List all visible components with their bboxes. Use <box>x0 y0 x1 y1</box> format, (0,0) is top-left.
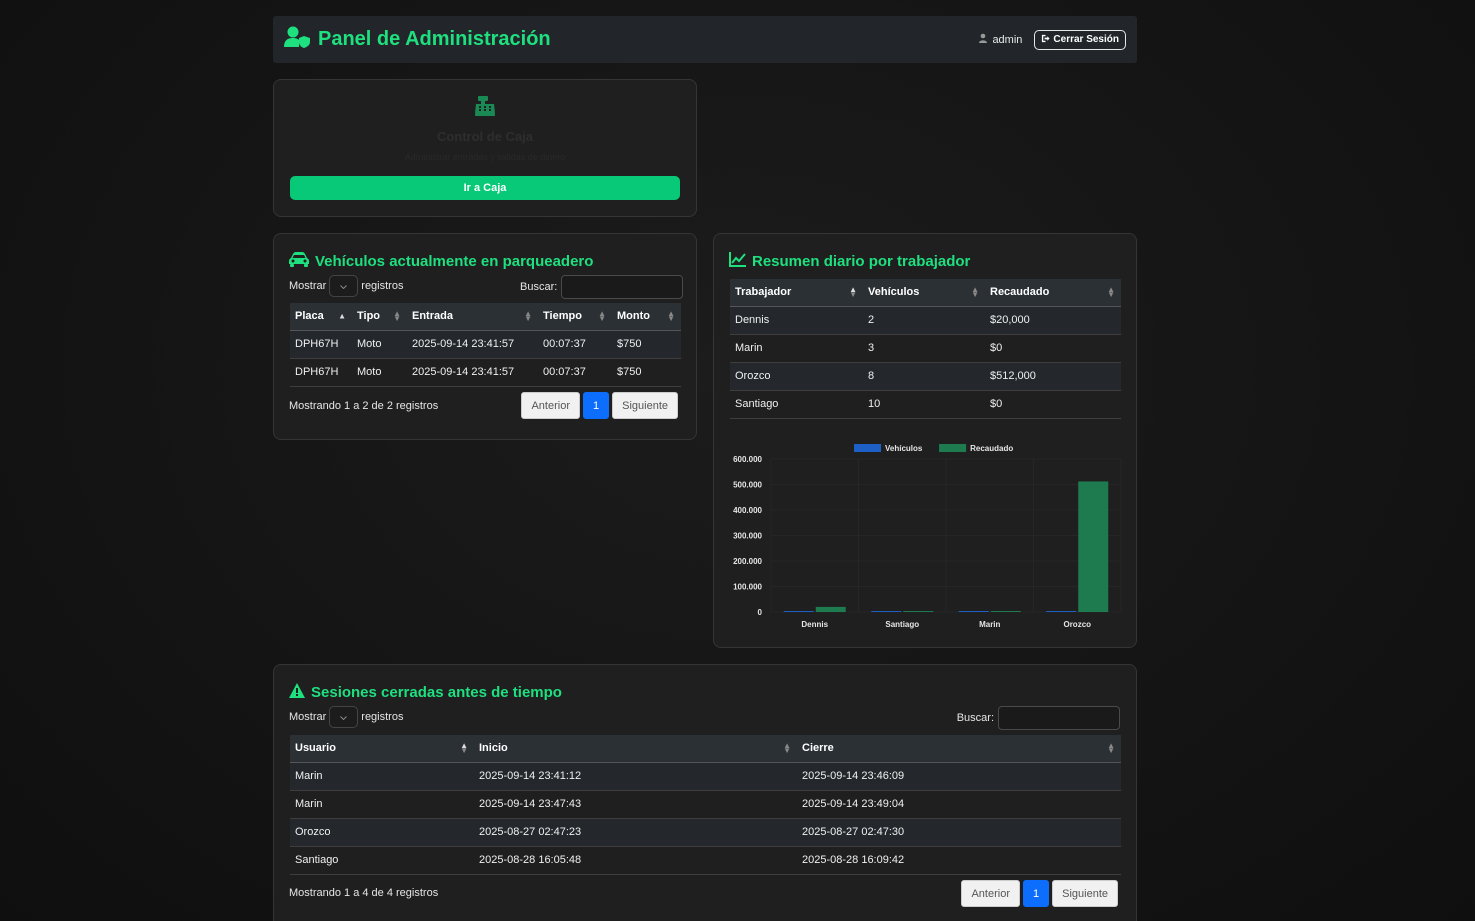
logout-label: Cerrar Sesión <box>1053 34 1119 45</box>
records-label: registros <box>361 711 404 723</box>
chevron-down-icon <box>340 280 348 292</box>
sesiones-heading: Sesiones cerradas antes de tiempo <box>289 683 562 702</box>
table-row: Marin 2025-09-14 23:41:12 2025-09-14 23:… <box>290 762 1121 791</box>
y-tick-label: 300.000 <box>733 532 762 541</box>
resumen-heading: Resumen diario por trabajador <box>729 252 970 271</box>
bar-vehículos <box>958 611 989 612</box>
car-icon <box>289 252 309 271</box>
logout-button[interactable]: Cerrar Sesión <box>1034 29 1126 50</box>
table-row: DPH67H Moto 2025-09-14 23:41:57 00:07:37… <box>290 358 681 387</box>
username: admin <box>992 33 1023 46</box>
brand: Panel de Administración <box>284 26 551 54</box>
vehiculos-title: Vehículos actualmente en parqueadero <box>315 253 594 270</box>
bar-recaudado <box>903 611 934 612</box>
search-label: Buscar: <box>520 281 558 293</box>
y-tick-label: 200.000 <box>733 557 762 566</box>
prev-page-button[interactable]: Anterior <box>521 392 580 419</box>
next-page-button[interactable]: Siguiente <box>1052 880 1118 907</box>
vehiculos-heading: Vehículos actualmente en parqueadero <box>289 252 593 271</box>
user-shield-icon <box>284 26 311 54</box>
show-label: Mostrar <box>289 711 327 723</box>
table-row: DPH67H Moto 2025-09-14 23:41:57 00:07:37… <box>290 330 681 359</box>
column-header[interactable]: Tipo ▲ ▼ <box>352 303 407 331</box>
column-header[interactable]: Recaudado ▲ ▼ <box>985 279 1121 307</box>
resumen-title: Resumen diario por trabajador <box>752 253 971 270</box>
column-header[interactable]: Trabajador ▲ ▼ <box>730 279 863 307</box>
resumen-bar-chart: 600.000 500.000 400.000 300.000 200.000 100.0… <box>733 444 1122 629</box>
bar-vehículos <box>871 611 902 612</box>
page-title: Panel de Administración <box>318 28 551 50</box>
resumen-card: Resumen diario por trabajador Trabajador… <box>713 233 1137 648</box>
y-tick-label: 600.000 <box>733 455 762 464</box>
table-row: Marin 2025-09-14 23:47:43 2025-09-14 23:… <box>290 790 1121 819</box>
resumen-table: Trabajador ▲ ▼ Vehículos ▲ ▼ Recaudado ▲ ▼ Den… <box>730 279 1121 419</box>
caja-card: Control de Caja Administrar entradas y s… <box>273 79 697 217</box>
column-header[interactable]: Vehículos ▲ ▼ <box>863 279 985 307</box>
column-header[interactable]: Monto ▲ ▼ <box>612 303 681 331</box>
sesiones-card: Sesiones cerradas antes de tiempo Mostra… <box>273 664 1137 921</box>
y-tick-label: 500.000 <box>733 481 762 490</box>
table-row: Orozco 2025-08-27 02:47:23 2025-08-27 02… <box>290 818 1121 847</box>
y-tick-label: 100.000 <box>733 583 762 592</box>
vehiculos-card: Vehículos actualmente en parqueadero Mos… <box>273 233 697 440</box>
user-icon <box>978 33 988 46</box>
x-tick-label: Santiago <box>885 620 919 629</box>
caja-subtitle: Administrar entradas y salidas de dinero <box>404 152 566 162</box>
table-row: Marin 3 $0 <box>730 334 1121 363</box>
current-user: admin <box>978 33 1022 46</box>
chevron-down-icon <box>340 711 348 723</box>
column-header[interactable]: Entrada ▲ ▼ <box>407 303 538 331</box>
records-label: registros <box>361 280 404 292</box>
y-tick-label: 0 <box>758 608 763 617</box>
page-button[interactable]: 1 <box>1023 880 1050 907</box>
sesiones-table: Usuario ▲ ▼ Inicio ▲ ▼ Cierre ▲ ▼ Marin 2025-0… <box>290 735 1121 875</box>
x-tick-label: Orozco <box>1063 620 1091 629</box>
table-row: Santiago 10 $0 <box>730 390 1121 419</box>
cash-register-icon <box>474 96 496 120</box>
bar-recaudado <box>990 611 1021 612</box>
legend-label: Recaudado <box>970 444 1013 453</box>
bar-vehículos <box>783 611 814 612</box>
table-info: Mostrando 1 a 2 de 2 registros <box>289 400 439 412</box>
top-navbar: Panel de Administración admin Cerrar Ses… <box>273 16 1137 63</box>
column-header[interactable]: Cierre ▲ ▼ <box>797 735 1121 763</box>
show-label: Mostrar <box>289 280 327 292</box>
legend-swatch <box>854 444 881 452</box>
bar-vehículos <box>1046 611 1077 612</box>
page-length-select[interactable] <box>329 275 359 297</box>
prev-page-button[interactable]: Anterior <box>961 880 1020 907</box>
x-tick-label: Dennis <box>801 620 828 629</box>
line-chart-icon <box>729 252 746 271</box>
table-row: Orozco 8 $512,000 <box>730 362 1121 391</box>
table-row: Dennis 2 $20,000 <box>730 306 1121 335</box>
bar-recaudado <box>1078 481 1109 612</box>
page-length-select[interactable] <box>329 706 359 728</box>
ir-a-caja-button[interactable]: Ir a Caja <box>290 176 680 200</box>
search-input[interactable] <box>998 706 1120 730</box>
logout-icon <box>1041 34 1050 46</box>
next-page-button[interactable]: Siguiente <box>612 392 678 419</box>
column-header[interactable]: Placa ▲ <box>290 303 352 331</box>
table-row: Santiago 2025-08-28 16:05:48 2025-08-28 … <box>290 846 1121 875</box>
caja-title: Control de Caja <box>436 129 534 144</box>
pagination: Anterior 1 Siguiente <box>521 392 678 419</box>
pagination: Anterior 1 Siguiente <box>961 880 1118 907</box>
column-header[interactable]: Usuario ▲ ▼ <box>290 735 474 763</box>
legend-swatch <box>939 444 967 452</box>
column-header[interactable]: Inicio ▲ ▼ <box>474 735 797 763</box>
search-label: Buscar: <box>956 712 994 724</box>
warning-icon <box>289 683 305 702</box>
table-info: Mostrando 1 a 4 de 4 registros <box>289 887 439 899</box>
column-header[interactable]: Tiempo ▲ ▼ <box>538 303 612 331</box>
legend-label: Vehículos <box>885 444 923 453</box>
bar-recaudado <box>815 606 846 612</box>
search-input[interactable] <box>561 275 684 299</box>
page-button[interactable]: 1 <box>583 392 610 419</box>
vehiculos-table: Placa ▲ Tipo ▲ ▼ Entrada ▲ ▼ Tiempo ▲ ▼ Monto ▲ ▼… <box>290 303 681 387</box>
y-tick-label: 400.000 <box>733 506 762 515</box>
sesiones-title: Sesiones cerradas antes de tiempo <box>311 684 562 701</box>
x-tick-label: Marin <box>979 620 1000 629</box>
